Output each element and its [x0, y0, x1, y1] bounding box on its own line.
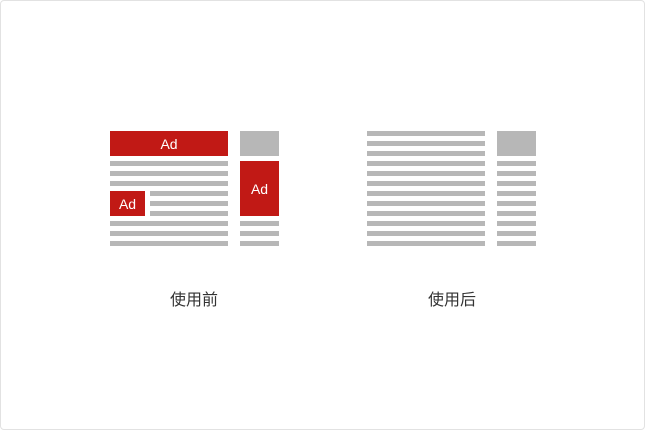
- text-line-placeholder: [110, 221, 228, 226]
- text-line-placeholder: [110, 161, 228, 166]
- text-line-placeholder: [367, 141, 485, 146]
- text-line-placeholder: [497, 231, 536, 236]
- ad-label: Ad: [160, 135, 178, 152]
- text-line-placeholder: [240, 221, 279, 226]
- inline-ad: Ad: [110, 191, 145, 216]
- after-caption: 使用后: [427, 290, 476, 309]
- text-line-placeholder: [110, 231, 228, 236]
- text-line-placeholder: [110, 171, 228, 176]
- text-line-placeholder: [367, 181, 485, 186]
- text-line-placeholder: [497, 181, 536, 186]
- text-line-placeholder: [150, 191, 228, 196]
- diagram-frame: [0, 0, 645, 430]
- before-caption: 使用前: [169, 290, 218, 309]
- text-line-placeholder: [110, 181, 228, 186]
- text-line-placeholder: [367, 241, 485, 246]
- text-line-placeholder: [367, 151, 485, 156]
- sidebar-image-placeholder: [497, 131, 536, 156]
- text-line-placeholder: [367, 131, 485, 136]
- text-line-placeholder: [367, 161, 485, 166]
- text-line-placeholder: [240, 231, 279, 236]
- text-line-placeholder: [497, 191, 536, 196]
- text-line-placeholder: [497, 161, 536, 166]
- sidebar-image-placeholder: [240, 131, 279, 156]
- top-banner-ad: Ad: [110, 131, 228, 156]
- text-line-placeholder: [367, 231, 485, 236]
- text-line-placeholder: [497, 211, 536, 216]
- ad-label: Ad: [250, 180, 269, 197]
- ad-label: Ad: [118, 195, 137, 212]
- text-line-placeholder: [497, 241, 536, 246]
- text-line-placeholder: [150, 201, 228, 206]
- sidebar-ad: Ad: [240, 161, 279, 216]
- text-line-placeholder: [367, 201, 485, 206]
- text-line-placeholder: [497, 201, 536, 206]
- text-line-placeholder: [367, 211, 485, 216]
- text-line-placeholder: [497, 171, 536, 176]
- text-line-placeholder: [367, 221, 485, 226]
- text-line-placeholder: [240, 241, 279, 246]
- text-line-placeholder: [367, 191, 485, 196]
- text-line-placeholder: [497, 221, 536, 226]
- text-line-placeholder: [150, 211, 228, 216]
- text-line-placeholder: [367, 171, 485, 176]
- text-line-placeholder: [110, 241, 228, 246]
